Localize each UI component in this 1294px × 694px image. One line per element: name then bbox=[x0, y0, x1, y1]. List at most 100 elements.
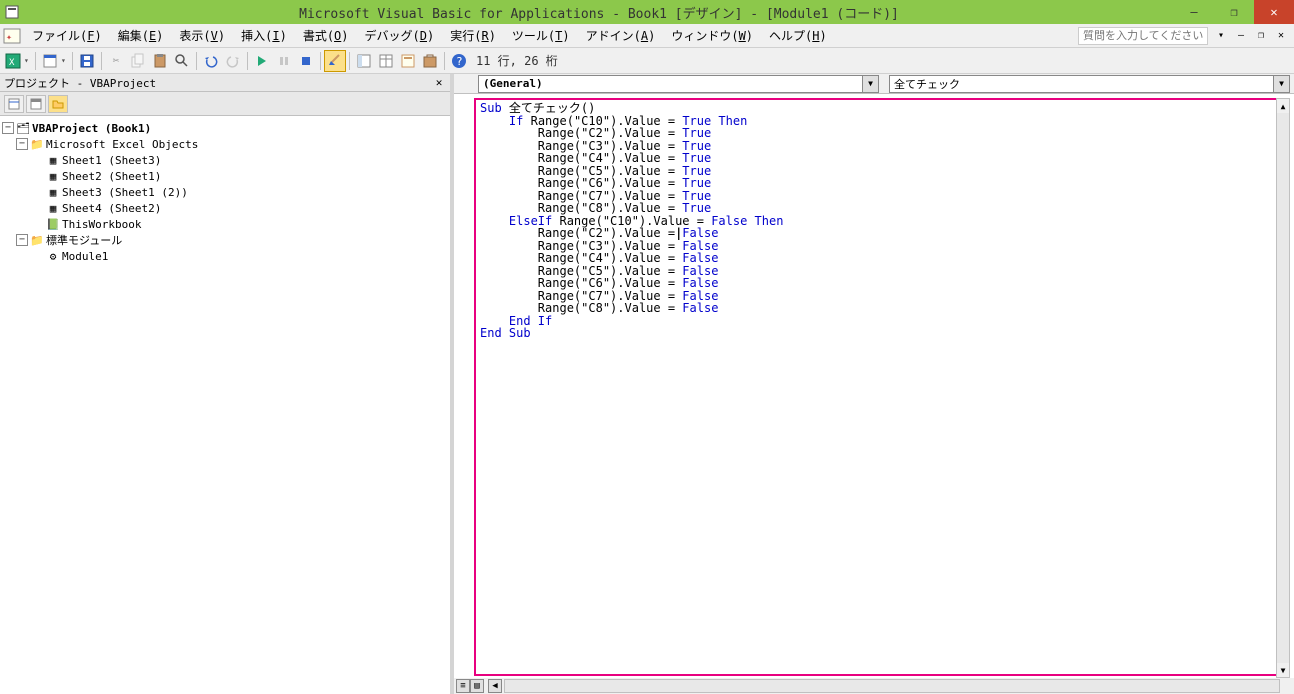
paste-button[interactable] bbox=[149, 50, 171, 72]
child-minimize-button[interactable]: — bbox=[1234, 29, 1248, 43]
pause-button[interactable] bbox=[273, 50, 295, 72]
tree-sheet[interactable]: ▦Sheet2 (Sheet1) bbox=[2, 168, 448, 184]
scroll-down-icon[interactable]: ▼ bbox=[1277, 663, 1289, 677]
help-dropdown-icon[interactable]: ▾ bbox=[1214, 29, 1228, 43]
properties-button[interactable] bbox=[375, 50, 397, 72]
menu-debug[interactable]: デバッグ(D) bbox=[357, 24, 443, 48]
tree-module[interactable]: ⚙Module1 bbox=[2, 248, 448, 264]
object-dropdown-value: (General) bbox=[483, 77, 543, 90]
chevron-down-icon[interactable]: ▼ bbox=[1273, 76, 1289, 92]
menu-addin-label: アドイン( bbox=[586, 27, 641, 44]
help-button[interactable]: ? bbox=[448, 50, 470, 72]
tree-folder-modules-label[interactable]: 標準モジュール bbox=[46, 232, 122, 248]
project-panel-title: プロジェクト - VBAProject ✕ bbox=[0, 74, 450, 92]
menu-edit[interactable]: 編集(E) bbox=[110, 24, 172, 48]
menu-help[interactable]: ヘルプ(H) bbox=[761, 24, 835, 48]
cursor-position: 11 行, 26 桁 bbox=[470, 52, 564, 69]
tree-sheet[interactable]: ▦Sheet3 (Sheet1 (2)) bbox=[2, 184, 448, 200]
project-explorer-button[interactable] bbox=[353, 50, 375, 72]
full-module-view-button[interactable]: ▤ bbox=[470, 679, 484, 693]
menu-file-label: ファイル( bbox=[32, 27, 87, 44]
tree-sheet-label[interactable]: Sheet4 (Sheet2) bbox=[62, 202, 161, 215]
run-button[interactable] bbox=[251, 50, 273, 72]
code-editor[interactable]: Sub 全てチェック() If Range("C10").Value = Tru… bbox=[474, 98, 1280, 676]
minimize-button[interactable]: — bbox=[1174, 0, 1214, 24]
menu-window[interactable]: ウィンドウ(W) bbox=[663, 24, 761, 48]
scroll-left-icon[interactable]: ◀ bbox=[488, 679, 502, 693]
menu-view[interactable]: 表示(V) bbox=[171, 24, 233, 48]
project-explorer-panel: プロジェクト - VBAProject ✕ − 🗂 VBAProject (Bo… bbox=[0, 74, 454, 694]
toggle-folders-button[interactable] bbox=[48, 95, 68, 113]
tree-folder-objects-label[interactable]: Microsoft Excel Objects bbox=[46, 138, 198, 151]
redo-button[interactable] bbox=[222, 50, 244, 72]
tree-sheet-label[interactable]: Sheet3 (Sheet1 (2)) bbox=[62, 186, 188, 199]
tree-sheet[interactable]: ▦Sheet1 (Sheet3) bbox=[2, 152, 448, 168]
copy-button[interactable] bbox=[127, 50, 149, 72]
project-tree[interactable]: − 🗂 VBAProject (Book1) − 📁 Microsoft Exc… bbox=[0, 116, 450, 694]
close-button[interactable]: ✕ bbox=[1254, 0, 1294, 24]
view-code-button[interactable] bbox=[4, 95, 24, 113]
code-dropdown-row: (General) ▼ 全てチェック ▼ bbox=[454, 74, 1294, 94]
maximize-button[interactable]: ❐ bbox=[1214, 0, 1254, 24]
stop-button[interactable] bbox=[295, 50, 317, 72]
menu-addin[interactable]: アドイン(A) bbox=[578, 24, 664, 48]
titlebar: Microsoft Visual Basic for Applications … bbox=[0, 0, 1294, 24]
sheet-icon: ▦ bbox=[46, 201, 60, 215]
cut-button[interactable]: ✂ bbox=[105, 50, 127, 72]
project-panel-title-text: プロジェクト - VBAProject bbox=[4, 75, 156, 91]
menu-insert[interactable]: 挿入(I) bbox=[233, 24, 295, 48]
tree-sheet[interactable]: ▦Sheet4 (Sheet2) bbox=[2, 200, 448, 216]
project-panel-close-button[interactable]: ✕ bbox=[432, 76, 446, 90]
menu-run[interactable]: 実行(R) bbox=[442, 24, 504, 48]
menu-file[interactable]: ファイル(F) bbox=[24, 24, 110, 48]
undo-button[interactable] bbox=[200, 50, 222, 72]
tree-root-label[interactable]: VBAProject (Book1) bbox=[32, 122, 151, 135]
menu-debug-label: デバッグ( bbox=[365, 27, 420, 44]
tree-root[interactable]: − 🗂 VBAProject (Book1) bbox=[2, 120, 448, 136]
toolbox-button[interactable] bbox=[419, 50, 441, 72]
collapse-icon[interactable]: − bbox=[16, 138, 28, 150]
save-button[interactable] bbox=[76, 50, 98, 72]
vertical-scrollbar[interactable]: ▲ ▼ bbox=[1276, 98, 1290, 678]
help-search-input[interactable] bbox=[1078, 27, 1208, 45]
horizontal-scrollbar[interactable] bbox=[504, 679, 1280, 693]
procedure-view-button[interactable]: ≡ bbox=[456, 679, 470, 693]
design-mode-button[interactable] bbox=[324, 50, 346, 72]
tree-thisworkbook[interactable]: 📗ThisWorkbook bbox=[2, 216, 448, 232]
view-object-button[interactable] bbox=[26, 95, 46, 113]
svg-text:?: ? bbox=[456, 55, 463, 68]
menu-help-label: ヘルプ( bbox=[769, 27, 812, 44]
procedure-dropdown[interactable]: 全てチェック ▼ bbox=[889, 75, 1290, 93]
menubar: ✦ ファイル(F) 編集(E) 表示(V) 挿入(I) 書式(O) デバッグ(D… bbox=[0, 24, 1294, 48]
tree-thisworkbook-label[interactable]: ThisWorkbook bbox=[62, 218, 141, 231]
code-footer: ≡ ▤ ◀ bbox=[454, 678, 1294, 694]
insert-userform-button[interactable] bbox=[39, 50, 61, 72]
tree-folder-modules[interactable]: − 📁 標準モジュール bbox=[2, 232, 448, 248]
tree-folder-objects[interactable]: − 📁 Microsoft Excel Objects bbox=[2, 136, 448, 152]
menu-window-label: ウィンドウ( bbox=[671, 27, 738, 44]
menu-format[interactable]: 書式(O) bbox=[295, 24, 357, 48]
child-restore-button[interactable]: ❐ bbox=[1254, 29, 1268, 43]
scroll-up-icon[interactable]: ▲ bbox=[1277, 99, 1289, 113]
chevron-down-icon[interactable]: ▼ bbox=[862, 76, 878, 92]
tree-module-label[interactable]: Module1 bbox=[62, 250, 108, 263]
object-dropdown[interactable]: (General) ▼ bbox=[478, 75, 879, 93]
dropdown-icon[interactable]: ▾ bbox=[24, 56, 32, 65]
svg-text:✦: ✦ bbox=[6, 32, 12, 43]
collapse-icon[interactable]: − bbox=[16, 234, 28, 246]
collapse-icon[interactable]: − bbox=[2, 122, 14, 134]
view-excel-button[interactable]: X bbox=[2, 50, 24, 72]
project-panel-toolbar bbox=[0, 92, 450, 116]
find-button[interactable] bbox=[171, 50, 193, 72]
menu-tools[interactable]: ツール(T) bbox=[504, 24, 578, 48]
procedure-dropdown-value: 全てチェック bbox=[894, 76, 960, 92]
tree-sheet-label[interactable]: Sheet2 (Sheet1) bbox=[62, 170, 161, 183]
window-title: Microsoft Visual Basic for Applications … bbox=[24, 3, 1174, 22]
child-close-button[interactable]: ✕ bbox=[1274, 29, 1288, 43]
sheet-icon: ▦ bbox=[46, 153, 60, 167]
dropdown-icon[interactable]: ▾ bbox=[61, 56, 69, 65]
code-window: (General) ▼ 全てチェック ▼ Sub 全てチェック() If Ran… bbox=[454, 74, 1294, 694]
menu-view-label: 表示( bbox=[179, 27, 210, 44]
object-browser-button[interactable] bbox=[397, 50, 419, 72]
tree-sheet-label[interactable]: Sheet1 (Sheet3) bbox=[62, 154, 161, 167]
